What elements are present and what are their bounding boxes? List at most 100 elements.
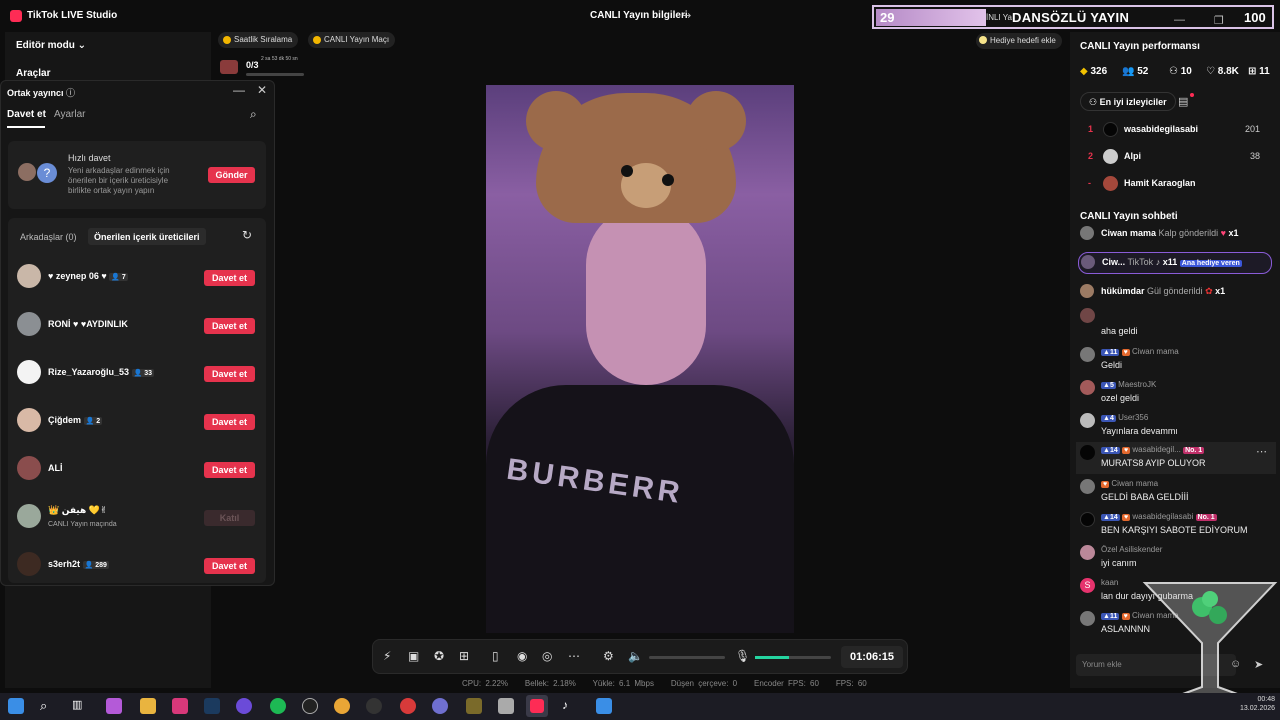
goal-bar — [246, 73, 304, 76]
hourly-ranking-pill[interactable]: Saatlik Sıralama — [218, 32, 299, 48]
join-button[interactable]: Katıl — [204, 510, 255, 526]
viewers-stat: 👥 52 — [1122, 66, 1148, 77]
level-value: 14 — [1109, 514, 1118, 521]
panel-title-text: Ortak yayıncı — [7, 88, 64, 98]
chrome-icon[interactable] — [400, 698, 416, 714]
layout-icon[interactable]: ▣ — [408, 649, 419, 663]
best-viewers-button[interactable]: ⚇ En iyi izleyiciler — [1080, 92, 1176, 111]
tab-settings[interactable]: Ayarlar — [54, 109, 86, 120]
app-icon[interactable] — [236, 698, 252, 714]
close-icon[interactable]: ✕ — [257, 83, 267, 97]
effects-icon[interactable]: ✪ — [434, 649, 444, 663]
mic-level — [755, 656, 789, 659]
ranking-row[interactable]: 2 Alpi 38 — [1070, 145, 1280, 169]
quick-invite-title: Hızlı davet — [68, 153, 111, 163]
magic-wand-icon[interactable]: ⚡ — [383, 649, 391, 663]
gift-icon — [220, 60, 238, 74]
search-icon[interactable]: ⌕ — [250, 107, 257, 122]
chat-message[interactable]: ♥ Ciwan mama GELDİ BABA GELDİİİ — [1080, 476, 1270, 508]
tab-invite[interactable]: Davet et — [7, 109, 46, 120]
quick-invite-description: Yeni arkadaşlar edinmek için önerilen bi… — [68, 166, 170, 195]
share-icon[interactable]: ↪ — [682, 9, 691, 22]
instagram-icon[interactable] — [172, 698, 188, 714]
settings-sliders-icon[interactable]: ⚙ — [603, 649, 614, 663]
video-preview[interactable]: BURBERR — [486, 85, 794, 633]
mic-slider[interactable] — [755, 656, 831, 659]
chat-message[interactable]: aha geldi — [1080, 308, 1270, 344]
chat-message[interactable]: ▲14 ♥ wasabidegilasabi No. 1 BEN KARŞIYI… — [1080, 509, 1270, 541]
copilot-icon[interactable] — [106, 698, 122, 714]
app-icon[interactable] — [596, 698, 612, 714]
minecraft-icon[interactable] — [466, 698, 482, 714]
gift-user: hükümdar — [1101, 286, 1145, 296]
live-info-title[interactable]: CANLI Yayın bilgileri — [590, 10, 688, 21]
microphone-icon[interactable]: 🎙 — [735, 649, 750, 663]
avatar — [17, 408, 41, 432]
chat-text: MURATS8 AYIP OLUYOR — [1101, 458, 1206, 468]
phone-icon[interactable]: ▯ — [492, 649, 499, 663]
chat-message[interactable]: ▲4 User356 Yayınlara devammı — [1080, 410, 1270, 442]
task-view-icon[interactable]: ▥ — [72, 698, 88, 714]
follower-count: 👤 33 — [131, 369, 155, 377]
app-icon[interactable] — [302, 698, 318, 714]
ranking-row[interactable]: - Hamit Karaoglan — [1070, 172, 1280, 196]
list-item: RONİ ♥ ♥AYDINLIK Davet et — [8, 304, 266, 344]
spotify-icon[interactable] — [270, 698, 286, 714]
level-value: 11 — [1109, 349, 1118, 356]
invite-button[interactable]: Davet et — [204, 270, 255, 286]
windows-start-icon[interactable] — [8, 698, 24, 714]
invite-button[interactable]: Davet et — [204, 558, 255, 574]
search-icon[interactable]: ⌕ — [40, 698, 56, 714]
tab-friends[interactable]: Arkadaşlar (0) — [20, 232, 77, 242]
chat-username: wasabidegilasabi — [1132, 512, 1194, 521]
volume-slider[interactable] — [649, 656, 725, 659]
chat-user: ▲14 ♥ wasabidegil... No. 1 — [1101, 445, 1205, 454]
question-icon: ? — [37, 163, 57, 183]
record-icon[interactable]: ◉ — [517, 649, 527, 663]
minimize-icon[interactable]: — — [233, 83, 245, 97]
system-clock[interactable]: 00:48 13.02.2026 — [1240, 695, 1275, 713]
steam-icon[interactable] — [204, 698, 220, 714]
send-button[interactable]: Gönder — [208, 167, 255, 183]
tiktok-icon[interactable]: ♪ — [562, 698, 578, 714]
minimize-icon[interactable]: — — [1174, 14, 1185, 26]
tiktok-live-studio-icon[interactable] — [526, 695, 548, 717]
live-match-pill[interactable]: CANLI Yayın Maçı — [308, 32, 396, 48]
more-options-icon[interactable]: ⋯ — [1256, 445, 1267, 458]
live-timer: 01:06:15 — [841, 646, 903, 668]
rank-score: 38 — [1249, 151, 1260, 161]
bulb-icon — [979, 36, 987, 44]
tab-suggested[interactable]: Önerilen içerik üreticileri — [88, 228, 206, 245]
folder-icon[interactable] — [140, 698, 156, 714]
restore-icon[interactable]: ❐ — [1214, 14, 1224, 27]
avatar — [17, 360, 41, 384]
invite-button[interactable]: Davet et — [204, 462, 255, 478]
app-icon[interactable] — [498, 698, 514, 714]
rank-score: 201 — [1244, 124, 1260, 134]
obs-icon[interactable] — [366, 698, 382, 714]
add-source-icon[interactable]: ⊞ — [459, 649, 469, 663]
editor-mode-dropdown[interactable]: Editör modu ⌄ — [16, 40, 86, 51]
more-icon[interactable]: ⋯ — [568, 649, 580, 663]
chrome-icon[interactable] — [334, 698, 350, 714]
goal-progress[interactable]: 0/3 2 sa 53 dk 50 sn — [218, 54, 308, 80]
chat-message[interactable]: Özel Asiliskender iyi canım — [1080, 542, 1270, 574]
gift-message: hükümdar Gül gönderildi ✿ x1 — [1078, 282, 1272, 302]
invite-button[interactable]: Davet et — [204, 366, 255, 382]
help-icon[interactable]: ⓘ — [66, 88, 75, 98]
refresh-icon[interactable]: ↻ — [242, 228, 252, 242]
chat-username: wasabidegil... — [1132, 445, 1181, 454]
chat-message[interactable]: ▲5 MaestroJK ozel geldi — [1080, 377, 1270, 409]
speaker-icon[interactable]: 🔈 — [628, 649, 643, 663]
discord-icon[interactable] — [432, 698, 448, 714]
camera-icon[interactable]: ◎ — [542, 649, 552, 663]
ranking-row[interactable]: 1 wasabidegilasabi 201 — [1070, 118, 1280, 142]
chat-message[interactable]: ▲11 ♥ Ciwan mama Geldi — [1080, 344, 1270, 376]
chat-user: ▲14 ♥ wasabidegilasabi No. 1 — [1101, 512, 1217, 521]
invite-button[interactable]: Davet et — [204, 318, 255, 334]
creator-name: Çiğdem 👤 2 — [48, 415, 103, 425]
invite-button[interactable]: Davet et — [204, 414, 255, 430]
list-icon[interactable]: ▤ — [1178, 95, 1188, 108]
gift-goal-pill[interactable]: Hediye hedefi ekle — [976, 33, 1062, 49]
chat-message-hovered[interactable]: ▲14 ♥ wasabidegil... No. 1 MURATS8 AYIP … — [1076, 442, 1276, 474]
